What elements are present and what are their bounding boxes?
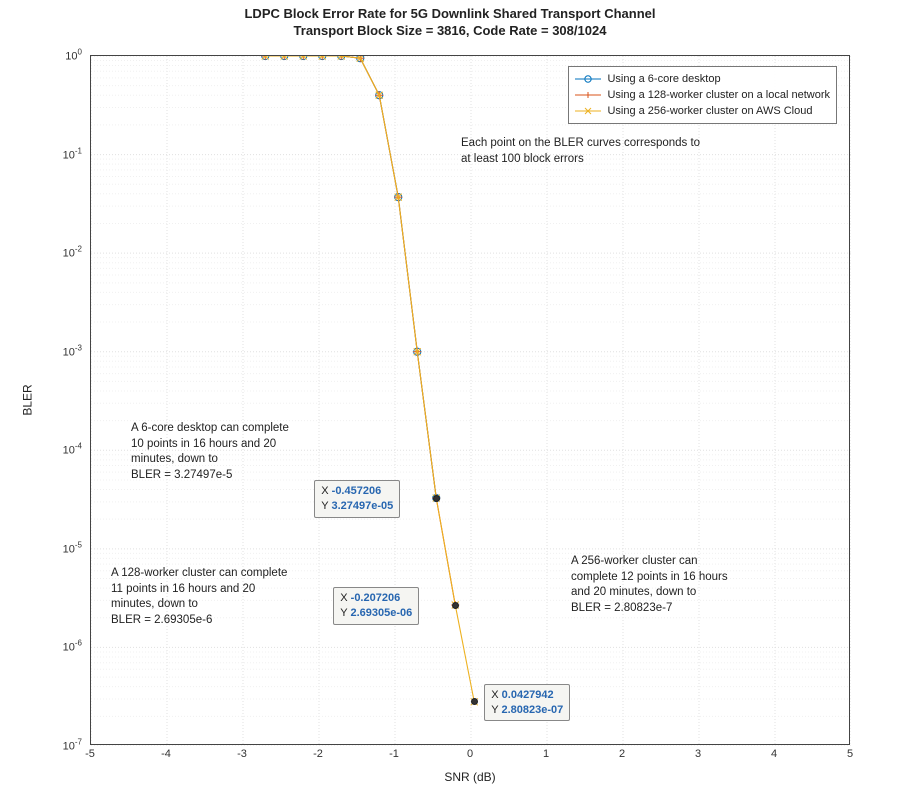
- legend-swatch-0: [575, 72, 601, 86]
- y-tick: 10-6: [2, 639, 82, 654]
- chart-title-block: LDPC Block Error Rate for 5G Downlink Sh…: [0, 6, 900, 40]
- x-tick: 3: [695, 748, 701, 760]
- y-tick: 10-4: [2, 442, 82, 457]
- y-tick: 10-3: [2, 343, 82, 358]
- x-tick: 1: [543, 748, 549, 760]
- legend-label-1: Using a 128-worker cluster on a local ne…: [607, 89, 830, 101]
- chart-axes[interactable]: Using a 6-core desktop Using a 128-worke…: [90, 55, 850, 745]
- series-line[interactable]: [265, 56, 436, 498]
- annotation-note-3: A 256-worker cluster can complete 12 poi…: [571, 554, 728, 616]
- y-tick: 10-2: [2, 245, 82, 260]
- x-tick: -2: [313, 748, 323, 760]
- datatip-1[interactable]: X -0.207206 Y 2.69305e-06: [333, 587, 419, 625]
- legend-entry-2[interactable]: Using a 256-worker cluster on AWS Cloud: [575, 103, 830, 119]
- y-tick: 10-7: [2, 738, 82, 753]
- y-tick: 100: [2, 48, 82, 63]
- chart-subtitle: Transport Block Size = 3816, Code Rate =…: [0, 23, 900, 40]
- legend-label-0: Using a 6-core desktop: [607, 73, 720, 85]
- legend[interactable]: Using a 6-core desktop Using a 128-worke…: [568, 66, 837, 124]
- x-tick: 5: [847, 748, 853, 760]
- datatip-marker[interactable]: [452, 602, 459, 609]
- x-tick: 4: [771, 748, 777, 760]
- x-tick: 2: [619, 748, 625, 760]
- y-tick-container: 10010-110-210-310-410-510-610-7: [0, 55, 86, 745]
- x-tick: 0: [467, 748, 473, 760]
- x-tick: -5: [85, 748, 95, 760]
- annotation-note-0: Each point on the BLER curves correspond…: [461, 136, 700, 167]
- legend-entry-1[interactable]: Using a 128-worker cluster on a local ne…: [575, 87, 830, 103]
- y-tick: 10-1: [2, 146, 82, 161]
- annotation-note-1: A 6-core desktop can complete 10 points …: [131, 421, 289, 483]
- figure-window: LDPC Block Error Rate for 5G Downlink Sh…: [0, 0, 900, 800]
- x-tick: -1: [389, 748, 399, 760]
- y-tick: 10-5: [2, 541, 82, 556]
- x-tick: -3: [237, 748, 247, 760]
- datatip-marker[interactable]: [433, 495, 440, 502]
- datatip-0[interactable]: X -0.457206 Y 3.27497e-05: [314, 480, 400, 518]
- x-tick: -4: [161, 748, 171, 760]
- series-line[interactable]: [265, 56, 455, 605]
- datatip-2[interactable]: X 0.0427942 Y 2.80823e-07: [484, 684, 570, 722]
- legend-swatch-2: [575, 104, 601, 118]
- annotation-note-2: A 128-worker cluster can complete 11 poi…: [111, 566, 287, 628]
- legend-entry-0[interactable]: Using a 6-core desktop: [575, 71, 830, 87]
- x-axis-label: SNR (dB): [90, 770, 850, 784]
- legend-swatch-1: [575, 88, 601, 102]
- chart-title: LDPC Block Error Rate for 5G Downlink Sh…: [0, 6, 900, 23]
- legend-label-2: Using a 256-worker cluster on AWS Cloud: [607, 105, 812, 117]
